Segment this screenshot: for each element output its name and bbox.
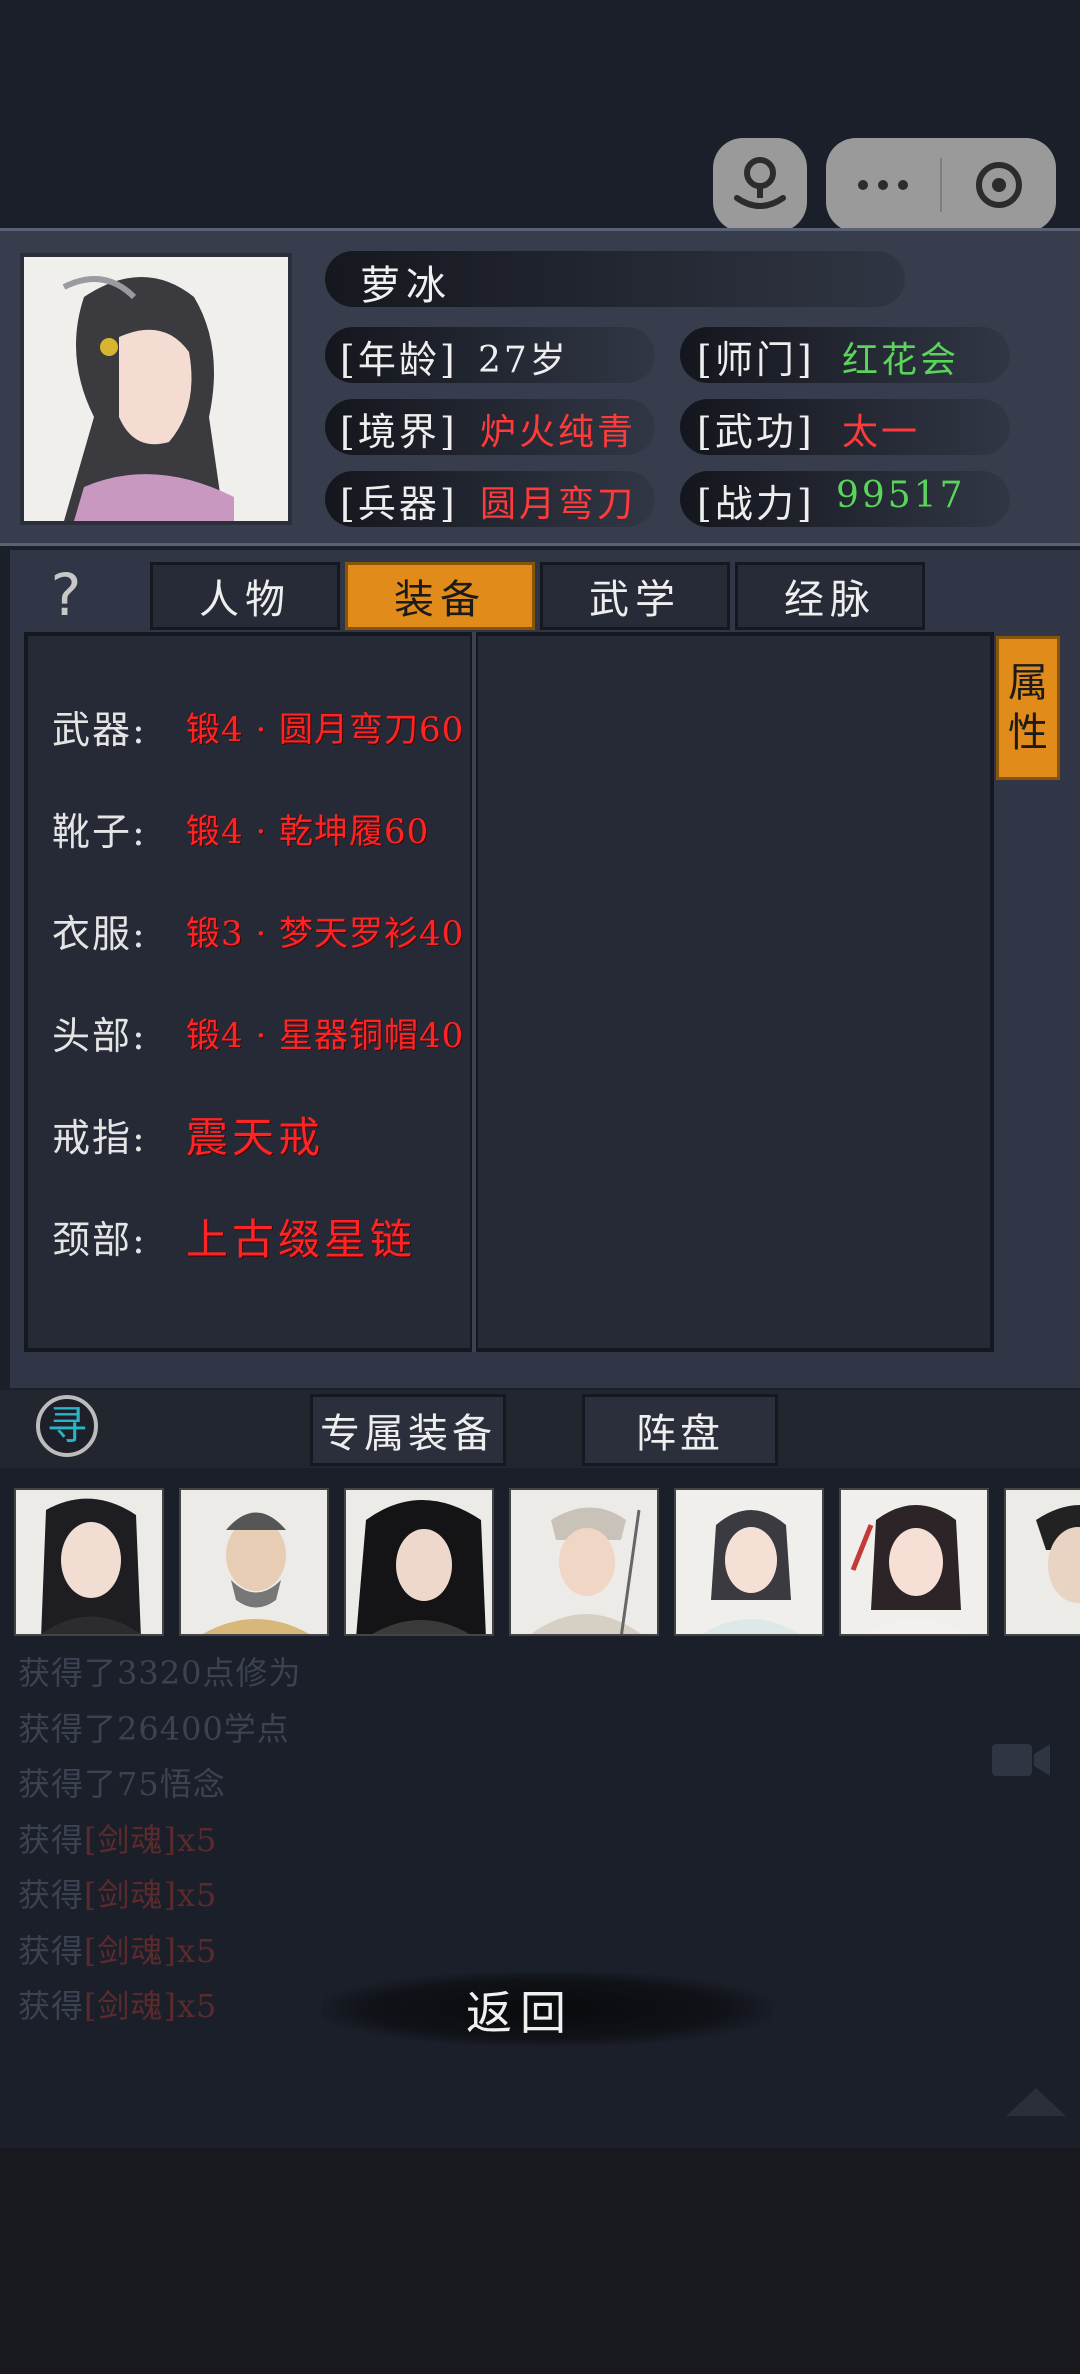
profile-header: 萝冰 [年龄] 27岁 [师门] 红花会 [境界] 炉火纯青 [武功] 太一 [… — [0, 228, 1080, 546]
equip-slot-item: 锻4 · 乾坤履60 — [186, 811, 430, 852]
panel-divider — [470, 632, 478, 1352]
help-icon[interactable]: ? — [40, 565, 92, 625]
secondary-tab-bar — [0, 1390, 1080, 1468]
character-portrait — [20, 253, 292, 525]
weapon-value: 圆月弯刀 — [480, 484, 637, 525]
skill-label: [武功] — [697, 410, 815, 454]
tab-character[interactable]: 人物 — [150, 562, 340, 630]
weapon-label: [兵器] — [340, 482, 458, 526]
age-value: 27岁 — [478, 340, 569, 381]
realm-value: 炉火纯青 — [480, 412, 637, 453]
character-name: 萝冰 — [360, 263, 452, 309]
equip-slot-boots[interactable]: 靴子: 锻4 · 乾坤履60 — [52, 798, 429, 858]
equip-slot-label: 衣服: — [52, 911, 147, 956]
log-line: 获得了3320点修为 — [18, 1654, 302, 1692]
equip-slot-item: 锻4 · 星器铜帽40 — [186, 1015, 465, 1056]
attributes-label-2: 性 — [1008, 710, 1048, 756]
reward-log: 获得了3320点修为 获得了26400学点 获得了75悟念 获得[剑魂]x5 获… — [18, 1648, 301, 2037]
seek-button[interactable]: 寻 — [36, 1395, 98, 1457]
power-label: [战力] — [697, 482, 815, 526]
equip-slot-head[interactable]: 头部: 锻4 · 星器铜帽40 — [52, 1002, 464, 1062]
formation-button[interactable]: 阵盘 — [582, 1394, 778, 1466]
character-card[interactable] — [344, 1488, 494, 1636]
video-camera-icon[interactable] — [990, 1740, 1052, 1780]
log-line: 获得[剑魂]x5 — [18, 1820, 218, 1859]
log-line: 获得了75悟念 — [18, 1765, 226, 1803]
exclusive-equipment-button[interactable]: 专属装备 — [310, 1394, 506, 1466]
character-select-strip — [0, 1470, 1080, 1640]
character-card[interactable] — [1004, 1488, 1080, 1636]
log-line: 获得[剑魂]x5 — [18, 1987, 218, 2025]
tab-meridians[interactable]: 经脉 — [735, 562, 925, 630]
skill-value: 太一 — [842, 412, 921, 453]
more-dots-icon — [858, 180, 908, 190]
more-button[interactable] — [826, 138, 940, 232]
equip-slot-neck[interactable]: 颈部: 上古缀星链 — [52, 1206, 416, 1266]
equip-slot-item: 震天戒 — [186, 1112, 325, 1162]
tab-equipment[interactable]: 装备 — [345, 562, 535, 630]
equip-slot-label: 靴子: — [52, 809, 147, 854]
log-line: 获得[剑魂]x5 — [18, 1931, 218, 1970]
log-line: 获得[剑魂]x5 — [18, 1876, 218, 1914]
character-card[interactable] — [839, 1488, 989, 1636]
mini-program-capsule — [826, 138, 1056, 232]
realm-label: [境界] — [340, 410, 458, 454]
close-mini-program-button[interactable] — [942, 138, 1056, 232]
tab-martial-arts[interactable]: 武学 — [540, 562, 730, 630]
joystick-icon — [734, 157, 786, 209]
equip-slot-item: 上古缀星链 — [186, 1214, 417, 1264]
back-button[interactable]: 返回 — [440, 1978, 600, 2042]
bottom-empty-area — [0, 2148, 1080, 2374]
equip-slot-label: 武器: — [52, 707, 147, 752]
target-icon — [976, 162, 1022, 208]
equip-slot-label: 颈部: — [52, 1217, 147, 1262]
attributes-button[interactable]: 属 性 — [996, 636, 1060, 780]
sect-label: [师门] — [697, 338, 815, 382]
equip-slot-label: 戒指: — [52, 1115, 147, 1160]
equip-slot-item: 锻4 · 圆月弯刀60 — [186, 709, 465, 750]
equip-slot-weapon[interactable]: 武器: 锻4 · 圆月弯刀60 — [52, 696, 464, 756]
log-line: 获得了26400学点 — [18, 1709, 290, 1748]
joystick-button[interactable] — [713, 138, 807, 232]
character-card[interactable] — [509, 1488, 659, 1636]
sect-value: 红花会 — [842, 340, 960, 381]
attributes-label-1: 属 — [1008, 660, 1048, 706]
equip-slot-label: 头部: — [52, 1013, 147, 1058]
character-card[interactable] — [674, 1488, 824, 1636]
age-label: [年龄] — [340, 338, 458, 382]
equip-slot-item: 锻3 · 梦天罗衫40 — [186, 913, 465, 954]
scroll-up-arrow-icon[interactable] — [1004, 2084, 1068, 2118]
equip-slot-clothes[interactable]: 衣服: 锻3 · 梦天罗衫40 — [52, 900, 464, 960]
character-card[interactable] — [179, 1488, 329, 1636]
character-card[interactable] — [14, 1488, 164, 1636]
power-value: 99517 — [836, 475, 966, 516]
equip-slot-ring[interactable]: 戒指: 震天戒 — [52, 1104, 324, 1164]
